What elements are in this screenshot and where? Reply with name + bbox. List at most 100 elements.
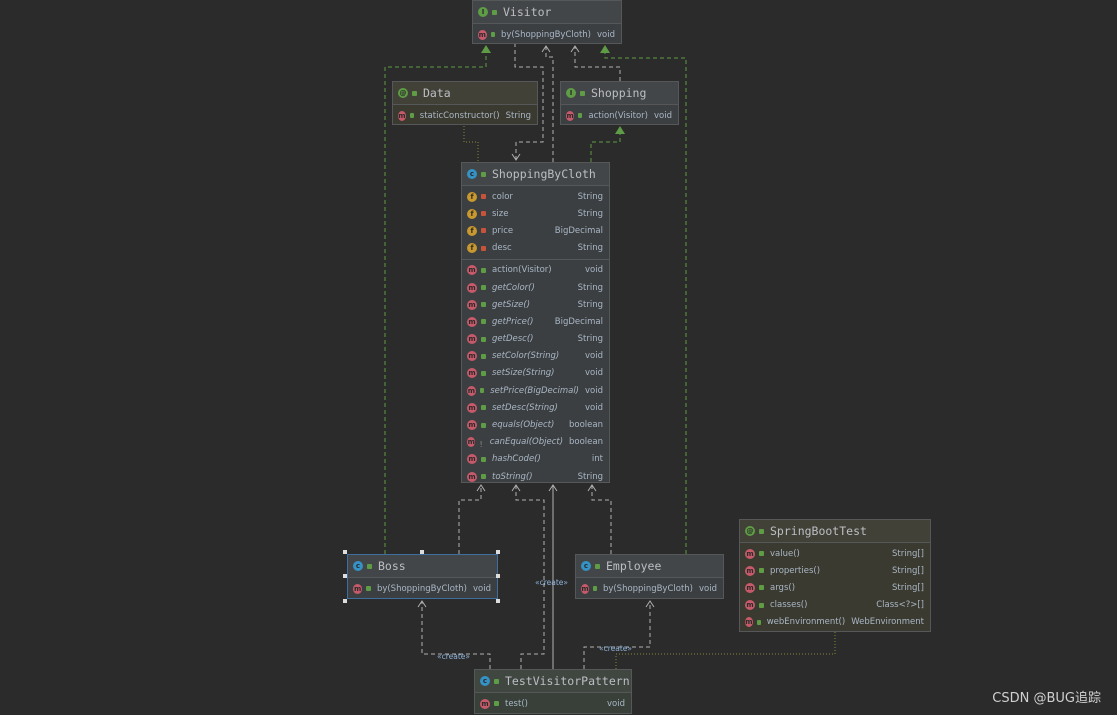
member-type: String — [577, 471, 603, 482]
edge-label-create: «create» — [437, 652, 470, 661]
member-row[interactable]: m setDesc(String) void — [462, 399, 609, 416]
member-row[interactable]: m setPrice(BigDecimal) void — [462, 382, 609, 399]
method-icon: m — [467, 282, 477, 293]
member-type: String — [505, 110, 531, 121]
node-title: Employee — [606, 559, 662, 573]
edge-springboottest-annotation — [615, 632, 836, 669]
member-row[interactable]: f size String — [462, 205, 609, 222]
member-row[interactable]: m setSize(String) void — [462, 365, 609, 382]
member-row[interactable]: m by(ShoppingByCloth) void — [473, 26, 621, 43]
node-title: ShoppingByCloth — [492, 167, 596, 181]
protected-icon: ! — [479, 439, 483, 449]
interface-icon: I — [478, 7, 488, 17]
member-row[interactable]: m! canEqual(Object) boolean — [462, 434, 609, 451]
member-type: String — [577, 282, 603, 293]
node-title: TestVisitorPattern — [505, 674, 630, 688]
member-row[interactable]: f desc String — [462, 240, 609, 257]
public-icon — [490, 32, 495, 38]
public-icon — [481, 267, 486, 273]
member-row[interactable]: m args() String[] — [740, 579, 930, 596]
node-title: SpringBootTest — [770, 524, 867, 538]
class-icon: c — [353, 561, 363, 571]
class-icon: c — [480, 676, 490, 686]
class-icon: c — [581, 561, 591, 571]
method-icon: m — [581, 583, 589, 594]
node-data[interactable]: @ Data m staticConstructor() String — [392, 81, 538, 125]
field-icon: f — [467, 225, 477, 236]
member-row[interactable]: m toString() String — [462, 468, 609, 485]
public-icon — [595, 563, 600, 569]
method-icon: m — [745, 617, 753, 628]
member-row[interactable]: m getDesc() String — [462, 331, 609, 348]
public-icon — [481, 370, 486, 376]
resize-handle[interactable] — [343, 550, 347, 554]
public-icon — [367, 563, 372, 569]
member-name: setPrice(BigDecimal) — [490, 385, 579, 396]
member-name: price — [492, 225, 514, 236]
node-shopping[interactable]: I Shopping m action(Visitor) void — [560, 81, 679, 125]
member-row[interactable]: f price BigDecimal — [462, 222, 609, 239]
public-icon — [481, 171, 486, 177]
resize-handle[interactable] — [496, 574, 500, 578]
member-row[interactable]: m by(ShoppingByCloth) void — [348, 580, 497, 597]
member-row[interactable]: m properties() String[] — [740, 562, 930, 579]
member-row[interactable]: m by(ShoppingByCloth) void — [576, 580, 723, 597]
resize-handle[interactable] — [343, 599, 347, 603]
interface-icon: I — [566, 88, 576, 98]
member-row[interactable]: m getPrice() BigDecimal — [462, 313, 609, 330]
node-test-visitor-pattern[interactable]: c TestVisitorPattern m test() void — [474, 669, 632, 714]
member-type: String[] — [892, 582, 924, 593]
resize-handle[interactable] — [496, 599, 500, 603]
public-icon — [578, 113, 583, 119]
method-icon: m — [467, 265, 477, 276]
member-name: hashCode() — [492, 454, 541, 465]
member-name: properties() — [770, 565, 821, 576]
member-name: action(Visitor) — [492, 265, 552, 276]
public-icon — [481, 405, 486, 411]
member-row[interactable]: m hashCode() int — [462, 451, 609, 468]
member-type: String — [577, 243, 603, 254]
member-row[interactable]: m action(Visitor) void — [462, 262, 609, 279]
node-visitor[interactable]: I Visitor m by(ShoppingByCloth) void — [472, 0, 622, 44]
node-employee[interactable]: c Employee m by(ShoppingByCloth) void — [575, 554, 724, 599]
edge-boss-uses-sbc — [458, 484, 486, 554]
public-icon — [481, 336, 486, 342]
member-type: BigDecimal — [554, 316, 603, 327]
node-shopping-by-cloth[interactable]: c ShoppingByCloth f color String f size String… — [461, 162, 610, 483]
member-row[interactable]: m webEnvironment() WebEnvironment — [740, 614, 930, 631]
private-icon — [481, 245, 486, 251]
resize-handle[interactable] — [496, 550, 500, 554]
resize-handle[interactable] — [420, 550, 424, 554]
member-name: value() — [770, 548, 800, 559]
member-type: String — [577, 191, 603, 202]
member-row[interactable]: m setColor(String) void — [462, 348, 609, 365]
private-icon — [481, 228, 486, 234]
member-name: size — [492, 208, 509, 219]
member-row[interactable]: m getColor() String — [462, 279, 609, 296]
node-spring-boot-test[interactable]: @ SpringBootTest m value() String[] m propert… — [739, 519, 931, 632]
method-icon: m — [566, 110, 575, 121]
member-type: BigDecimal — [554, 225, 603, 236]
public-icon — [481, 319, 486, 325]
member-row[interactable]: m value() String[] — [740, 545, 930, 562]
method-icon: m — [467, 437, 476, 448]
method-icon: m — [745, 548, 755, 559]
member-row[interactable]: m test() void — [475, 695, 631, 712]
member-row[interactable]: m equals(Object) boolean — [462, 416, 609, 433]
member-row[interactable]: m action(Visitor) void — [561, 107, 678, 124]
method-icon: m — [467, 351, 477, 362]
method-icon: m — [398, 110, 406, 121]
public-icon — [481, 456, 486, 462]
annotation-icon: @ — [398, 88, 408, 98]
annotation-icon: @ — [745, 526, 755, 536]
resize-handle[interactable] — [343, 574, 347, 578]
member-row[interactable]: m classes() Class<?>[] — [740, 597, 930, 614]
member-name: setDesc(String) — [492, 402, 558, 413]
member-row[interactable]: m staticConstructor() String — [393, 107, 537, 124]
member-name: action(Visitor) — [588, 110, 648, 121]
node-boss[interactable]: c Boss m by(ShoppingByCloth) void — [347, 554, 498, 599]
public-icon — [481, 422, 486, 428]
member-row[interactable]: f color String — [462, 188, 609, 205]
member-row[interactable]: m getSize() String — [462, 296, 609, 313]
public-icon — [481, 474, 486, 480]
